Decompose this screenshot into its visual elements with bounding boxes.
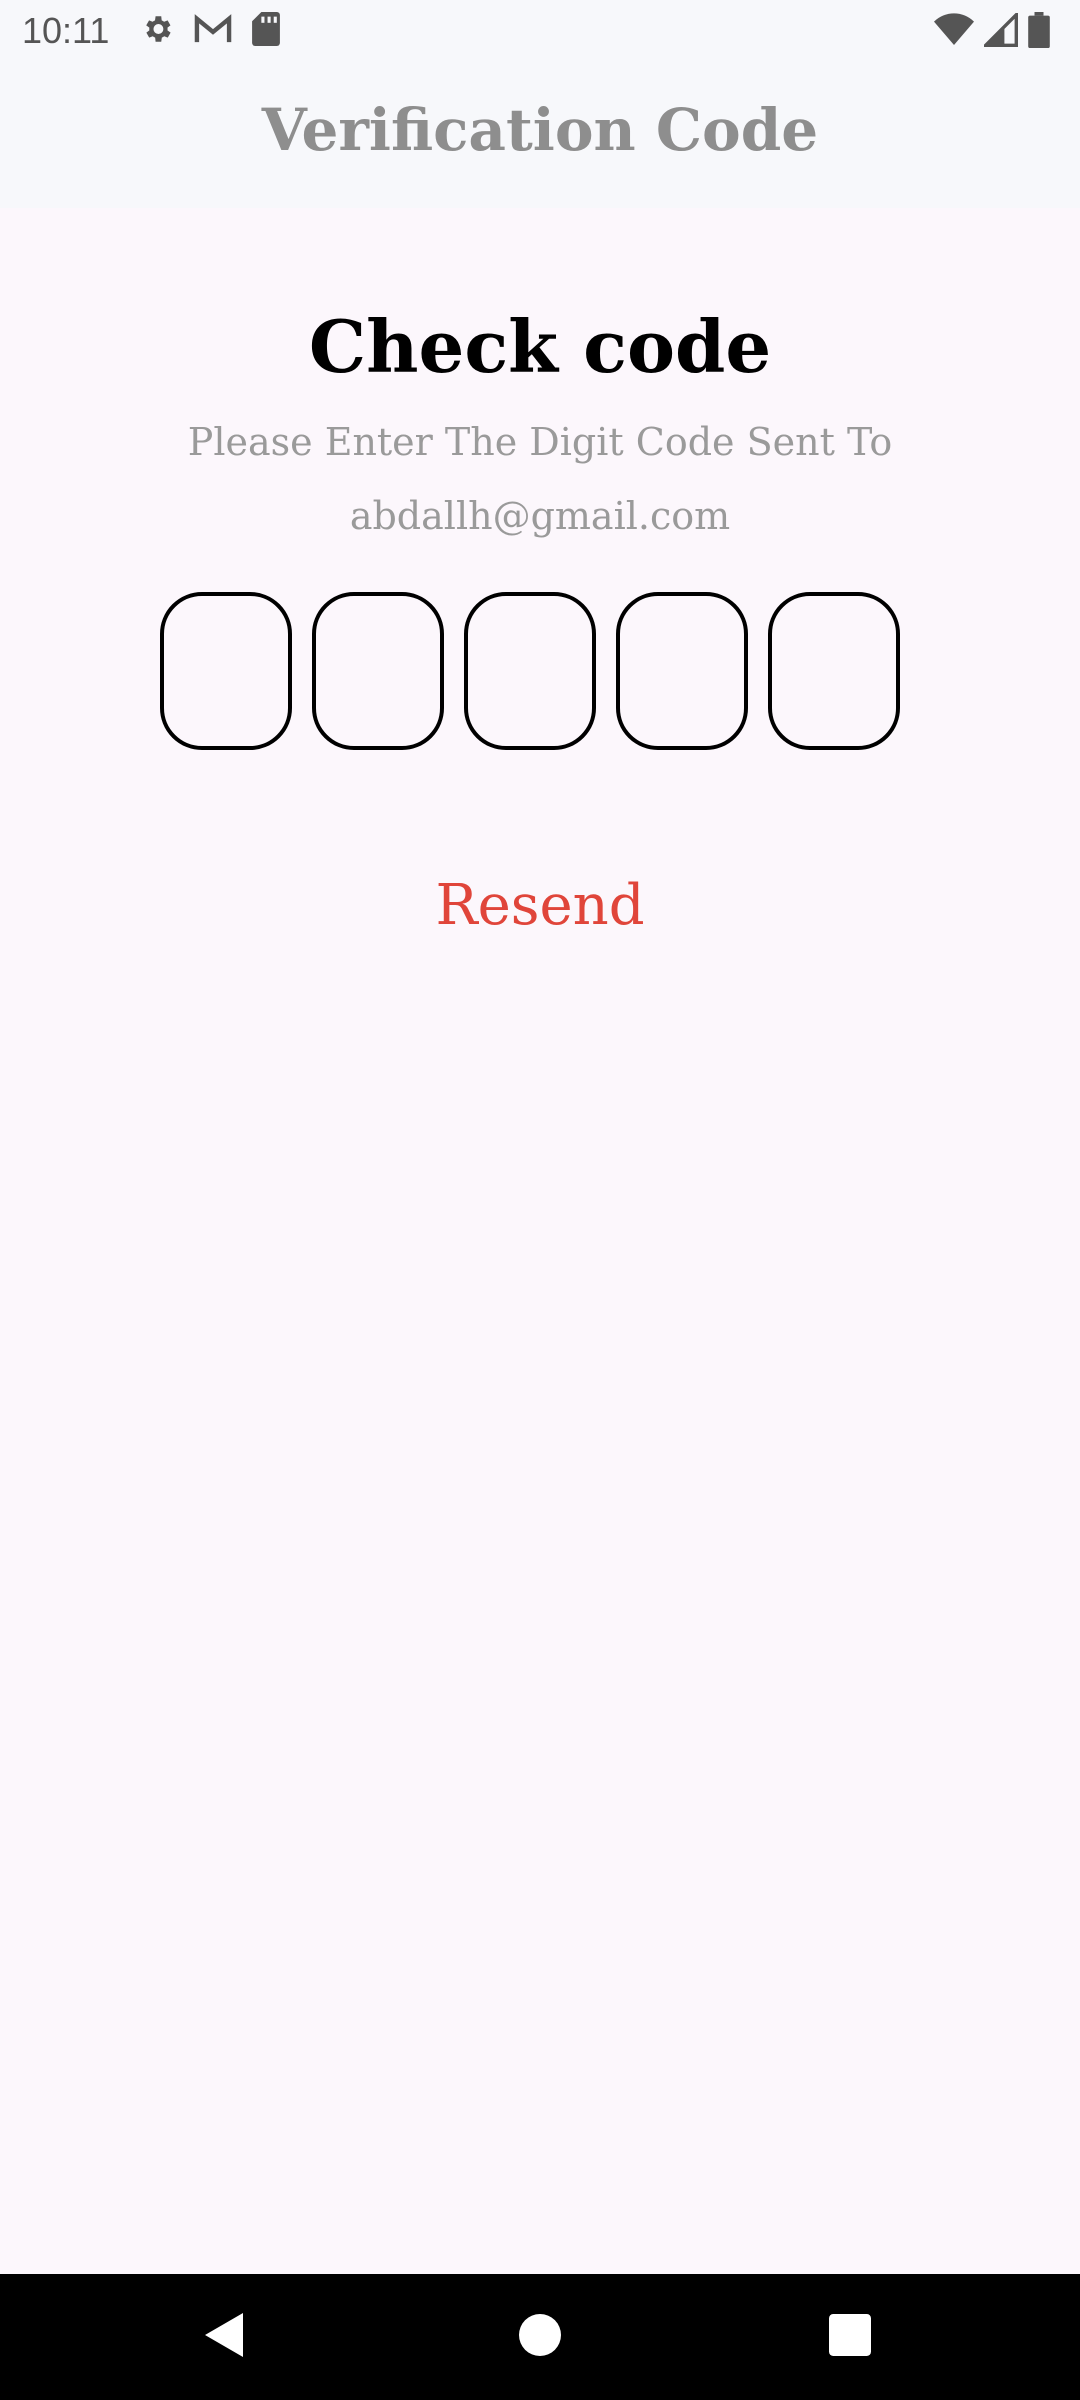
status-left-icons xyxy=(140,12,280,50)
status-right-icons xyxy=(934,10,1050,52)
code-input-5[interactable] xyxy=(768,592,900,750)
wifi-icon xyxy=(934,13,974,51)
sd-card-icon xyxy=(252,12,280,50)
code-input-2[interactable] xyxy=(312,592,444,750)
back-icon xyxy=(203,2311,247,2363)
home-button[interactable] xyxy=(470,2274,610,2400)
status-time: 10:11 xyxy=(22,10,110,51)
system-nav-bar xyxy=(0,2274,1080,2400)
status-bar: 10:11 xyxy=(0,0,1080,64)
back-button[interactable] xyxy=(155,2274,295,2400)
signal-icon xyxy=(981,10,1018,51)
battery-icon xyxy=(1028,12,1050,52)
gmail-icon xyxy=(194,14,232,48)
page-title: Verification Code xyxy=(261,96,819,164)
instruction-text: Please Enter The Digit Code Sent To xyxy=(187,420,893,464)
code-input-4[interactable] xyxy=(616,592,748,750)
check-code-heading: Check code xyxy=(308,304,772,389)
gear-icon xyxy=(140,12,174,50)
recents-button[interactable] xyxy=(780,2274,920,2400)
home-icon xyxy=(519,2314,561,2360)
email-text: abdallh@gmail.com xyxy=(349,494,731,538)
app-bar: Verification Code xyxy=(0,64,1080,208)
code-input-3[interactable] xyxy=(464,592,596,750)
code-input-row xyxy=(160,592,900,750)
resend-button[interactable]: Resend xyxy=(0,873,1080,938)
recents-icon xyxy=(829,2314,871,2360)
verification-content: Check code Please Enter The Digit Code S… xyxy=(0,208,1080,2274)
code-input-1[interactable] xyxy=(160,592,292,750)
